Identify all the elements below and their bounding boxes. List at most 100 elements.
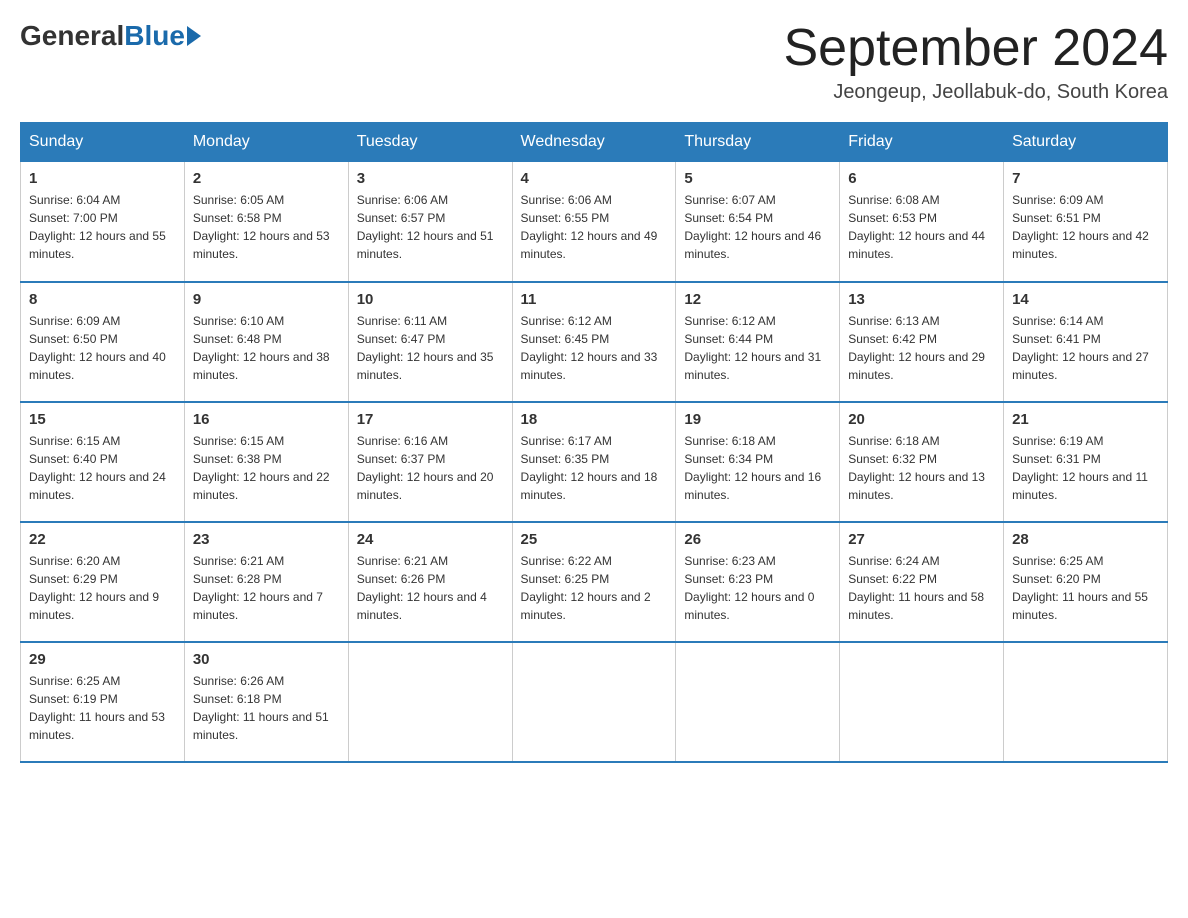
table-row: 10 Sunrise: 6:11 AMSunset: 6:47 PMDayligh… (348, 282, 512, 402)
day-info: Sunrise: 6:26 AMSunset: 6:18 PMDaylight:… (193, 672, 340, 744)
day-info: Sunrise: 6:19 AMSunset: 6:31 PMDaylight:… (1012, 432, 1159, 504)
table-row: 11 Sunrise: 6:12 AMSunset: 6:45 PMDayligh… (512, 282, 676, 402)
day-info: Sunrise: 6:11 AMSunset: 6:47 PMDaylight:… (357, 312, 504, 384)
table-row: 19Sunrise: 6:18 AMSunset: 6:34 PMDayligh… (676, 402, 840, 522)
table-row: 4 Sunrise: 6:06 AMSunset: 6:55 PMDaylight… (512, 162, 676, 282)
day-info: Sunrise: 6:17 AMSunset: 6:35 PMDaylight:… (521, 432, 668, 504)
table-row: 6Sunrise: 6:08 AMSunset: 6:53 PMDaylight… (840, 162, 1004, 282)
day-number: 11 (521, 291, 668, 308)
location-subtitle: Jeongeup, Jeollabuk-do, South Korea (784, 81, 1169, 104)
day-number: 17 (357, 411, 504, 428)
logo-general-text: General (20, 20, 124, 52)
table-row: 1 Sunrise: 6:04 AMSunset: 7:00 PMDaylight… (21, 162, 185, 282)
calendar-header-row: Sunday Monday Tuesday Wednesday Thursday… (21, 123, 1168, 162)
table-row: 17 Sunrise: 6:16 AMSunset: 6:37 PMDayligh… (348, 402, 512, 522)
day-number: 2 (193, 170, 340, 187)
table-row: 28Sunrise: 6:25 AMSunset: 6:20 PMDayligh… (1004, 522, 1168, 642)
title-section: September 2024 Jeongeup, Jeollabuk-do, S… (784, 20, 1169, 104)
table-row: 29Sunrise: 6:25 AMSunset: 6:19 PMDayligh… (21, 642, 185, 762)
day-info: Sunrise: 6:06 AMSunset: 6:57 PMDaylight:… (357, 191, 504, 263)
col-saturday: Saturday (1004, 123, 1168, 162)
day-info: Sunrise: 6:21 AMSunset: 6:28 PMDaylight:… (193, 552, 340, 624)
day-number: 24 (357, 531, 504, 548)
day-info: Sunrise: 6:24 AMSunset: 6:22 PMDaylight:… (848, 552, 995, 624)
day-info: Sunrise: 6:21 AMSunset: 6:26 PMDaylight:… (357, 552, 504, 624)
table-row: 25 Sunrise: 6:22 AMSunset: 6:25 PMDayligh… (512, 522, 676, 642)
col-monday: Monday (184, 123, 348, 162)
table-row: 26 Sunrise: 6:23 AMSunset: 6:23 PMDayligh… (676, 522, 840, 642)
day-number: 3 (357, 170, 504, 187)
day-info: Sunrise: 6:04 AMSunset: 7:00 PMDaylight:… (29, 191, 176, 263)
day-number: 10 (357, 291, 504, 308)
day-number: 13 (848, 291, 995, 308)
table-row: 5 Sunrise: 6:07 AMSunset: 6:54 PMDaylight… (676, 162, 840, 282)
logo-blue-text: Blue (124, 20, 185, 52)
day-info: Sunrise: 6:16 AMSunset: 6:37 PMDaylight:… (357, 432, 504, 504)
day-number: 4 (521, 170, 668, 187)
day-info: Sunrise: 6:12 AMSunset: 6:44 PMDaylight:… (684, 312, 831, 384)
page-header: General Blue September 2024 Jeongeup, Je… (20, 20, 1168, 104)
day-number: 29 (29, 651, 176, 668)
day-number: 15 (29, 411, 176, 428)
table-row: 8Sunrise: 6:09 AMSunset: 6:50 PMDaylight… (21, 282, 185, 402)
table-row (1004, 642, 1168, 762)
day-info: Sunrise: 6:18 AMSunset: 6:32 PMDaylight:… (848, 432, 995, 504)
day-number: 22 (29, 531, 176, 548)
calendar-week-1: 1 Sunrise: 6:04 AMSunset: 7:00 PMDaylight… (21, 162, 1168, 282)
table-row: 14 Sunrise: 6:14 AMSunset: 6:41 PMDayligh… (1004, 282, 1168, 402)
table-row: 18Sunrise: 6:17 AMSunset: 6:35 PMDayligh… (512, 402, 676, 522)
col-wednesday: Wednesday (512, 123, 676, 162)
day-info: Sunrise: 6:06 AMSunset: 6:55 PMDaylight:… (521, 191, 668, 263)
table-row (840, 642, 1004, 762)
table-row: 9Sunrise: 6:10 AMSunset: 6:48 PMDaylight… (184, 282, 348, 402)
table-row (348, 642, 512, 762)
table-row: 16Sunrise: 6:15 AMSunset: 6:38 PMDayligh… (184, 402, 348, 522)
col-thursday: Thursday (676, 123, 840, 162)
day-info: Sunrise: 6:14 AMSunset: 6:41 PMDaylight:… (1012, 312, 1159, 384)
table-row: 21Sunrise: 6:19 AMSunset: 6:31 PMDayligh… (1004, 402, 1168, 522)
day-info: Sunrise: 6:09 AMSunset: 6:51 PMDaylight:… (1012, 191, 1159, 263)
day-info: Sunrise: 6:08 AMSunset: 6:53 PMDaylight:… (848, 191, 995, 263)
table-row (676, 642, 840, 762)
day-info: Sunrise: 6:22 AMSunset: 6:25 PMDaylight:… (521, 552, 668, 624)
table-row: 12Sunrise: 6:12 AMSunset: 6:44 PMDayligh… (676, 282, 840, 402)
table-row: 20 Sunrise: 6:18 AMSunset: 6:32 PMDayligh… (840, 402, 1004, 522)
calendar-week-2: 8Sunrise: 6:09 AMSunset: 6:50 PMDaylight… (21, 282, 1168, 402)
day-info: Sunrise: 6:10 AMSunset: 6:48 PMDaylight:… (193, 312, 340, 384)
day-number: 16 (193, 411, 340, 428)
col-tuesday: Tuesday (348, 123, 512, 162)
day-number: 26 (684, 531, 831, 548)
day-info: Sunrise: 6:18 AMSunset: 6:34 PMDaylight:… (684, 432, 831, 504)
table-row: 24 Sunrise: 6:21 AMSunset: 6:26 PMDayligh… (348, 522, 512, 642)
table-row: 23 Sunrise: 6:21 AMSunset: 6:28 PMDayligh… (184, 522, 348, 642)
col-friday: Friday (840, 123, 1004, 162)
day-number: 23 (193, 531, 340, 548)
day-info: Sunrise: 6:12 AMSunset: 6:45 PMDaylight:… (521, 312, 668, 384)
day-number: 20 (848, 411, 995, 428)
table-row: 7 Sunrise: 6:09 AMSunset: 6:51 PMDaylight… (1004, 162, 1168, 282)
col-sunday: Sunday (21, 123, 185, 162)
table-row: 15 Sunrise: 6:15 AMSunset: 6:40 PMDayligh… (21, 402, 185, 522)
calendar-week-3: 15 Sunrise: 6:15 AMSunset: 6:40 PMDayligh… (21, 402, 1168, 522)
day-info: Sunrise: 6:13 AMSunset: 6:42 PMDaylight:… (848, 312, 995, 384)
day-info: Sunrise: 6:09 AMSunset: 6:50 PMDaylight:… (29, 312, 176, 384)
day-info: Sunrise: 6:20 AMSunset: 6:29 PMDaylight:… (29, 552, 176, 624)
day-number: 1 (29, 170, 176, 187)
table-row: 13 Sunrise: 6:13 AMSunset: 6:42 PMDayligh… (840, 282, 1004, 402)
table-row: 2 Sunrise: 6:05 AMSunset: 6:58 PMDaylight… (184, 162, 348, 282)
logo: General Blue (20, 20, 201, 52)
day-info: Sunrise: 6:07 AMSunset: 6:54 PMDaylight:… (684, 191, 831, 263)
day-number: 7 (1012, 170, 1159, 187)
day-info: Sunrise: 6:15 AMSunset: 6:40 PMDaylight:… (29, 432, 176, 504)
table-row: 3 Sunrise: 6:06 AMSunset: 6:57 PMDaylight… (348, 162, 512, 282)
table-row: 27Sunrise: 6:24 AMSunset: 6:22 PMDayligh… (840, 522, 1004, 642)
day-number: 30 (193, 651, 340, 668)
day-number: 14 (1012, 291, 1159, 308)
calendar-table: Sunday Monday Tuesday Wednesday Thursday… (20, 122, 1168, 763)
day-number: 25 (521, 531, 668, 548)
day-info: Sunrise: 6:23 AMSunset: 6:23 PMDaylight:… (684, 552, 831, 624)
day-info: Sunrise: 6:05 AMSunset: 6:58 PMDaylight:… (193, 191, 340, 263)
day-number: 5 (684, 170, 831, 187)
calendar-week-4: 22 Sunrise: 6:20 AMSunset: 6:29 PMDayligh… (21, 522, 1168, 642)
month-title: September 2024 (784, 20, 1169, 77)
